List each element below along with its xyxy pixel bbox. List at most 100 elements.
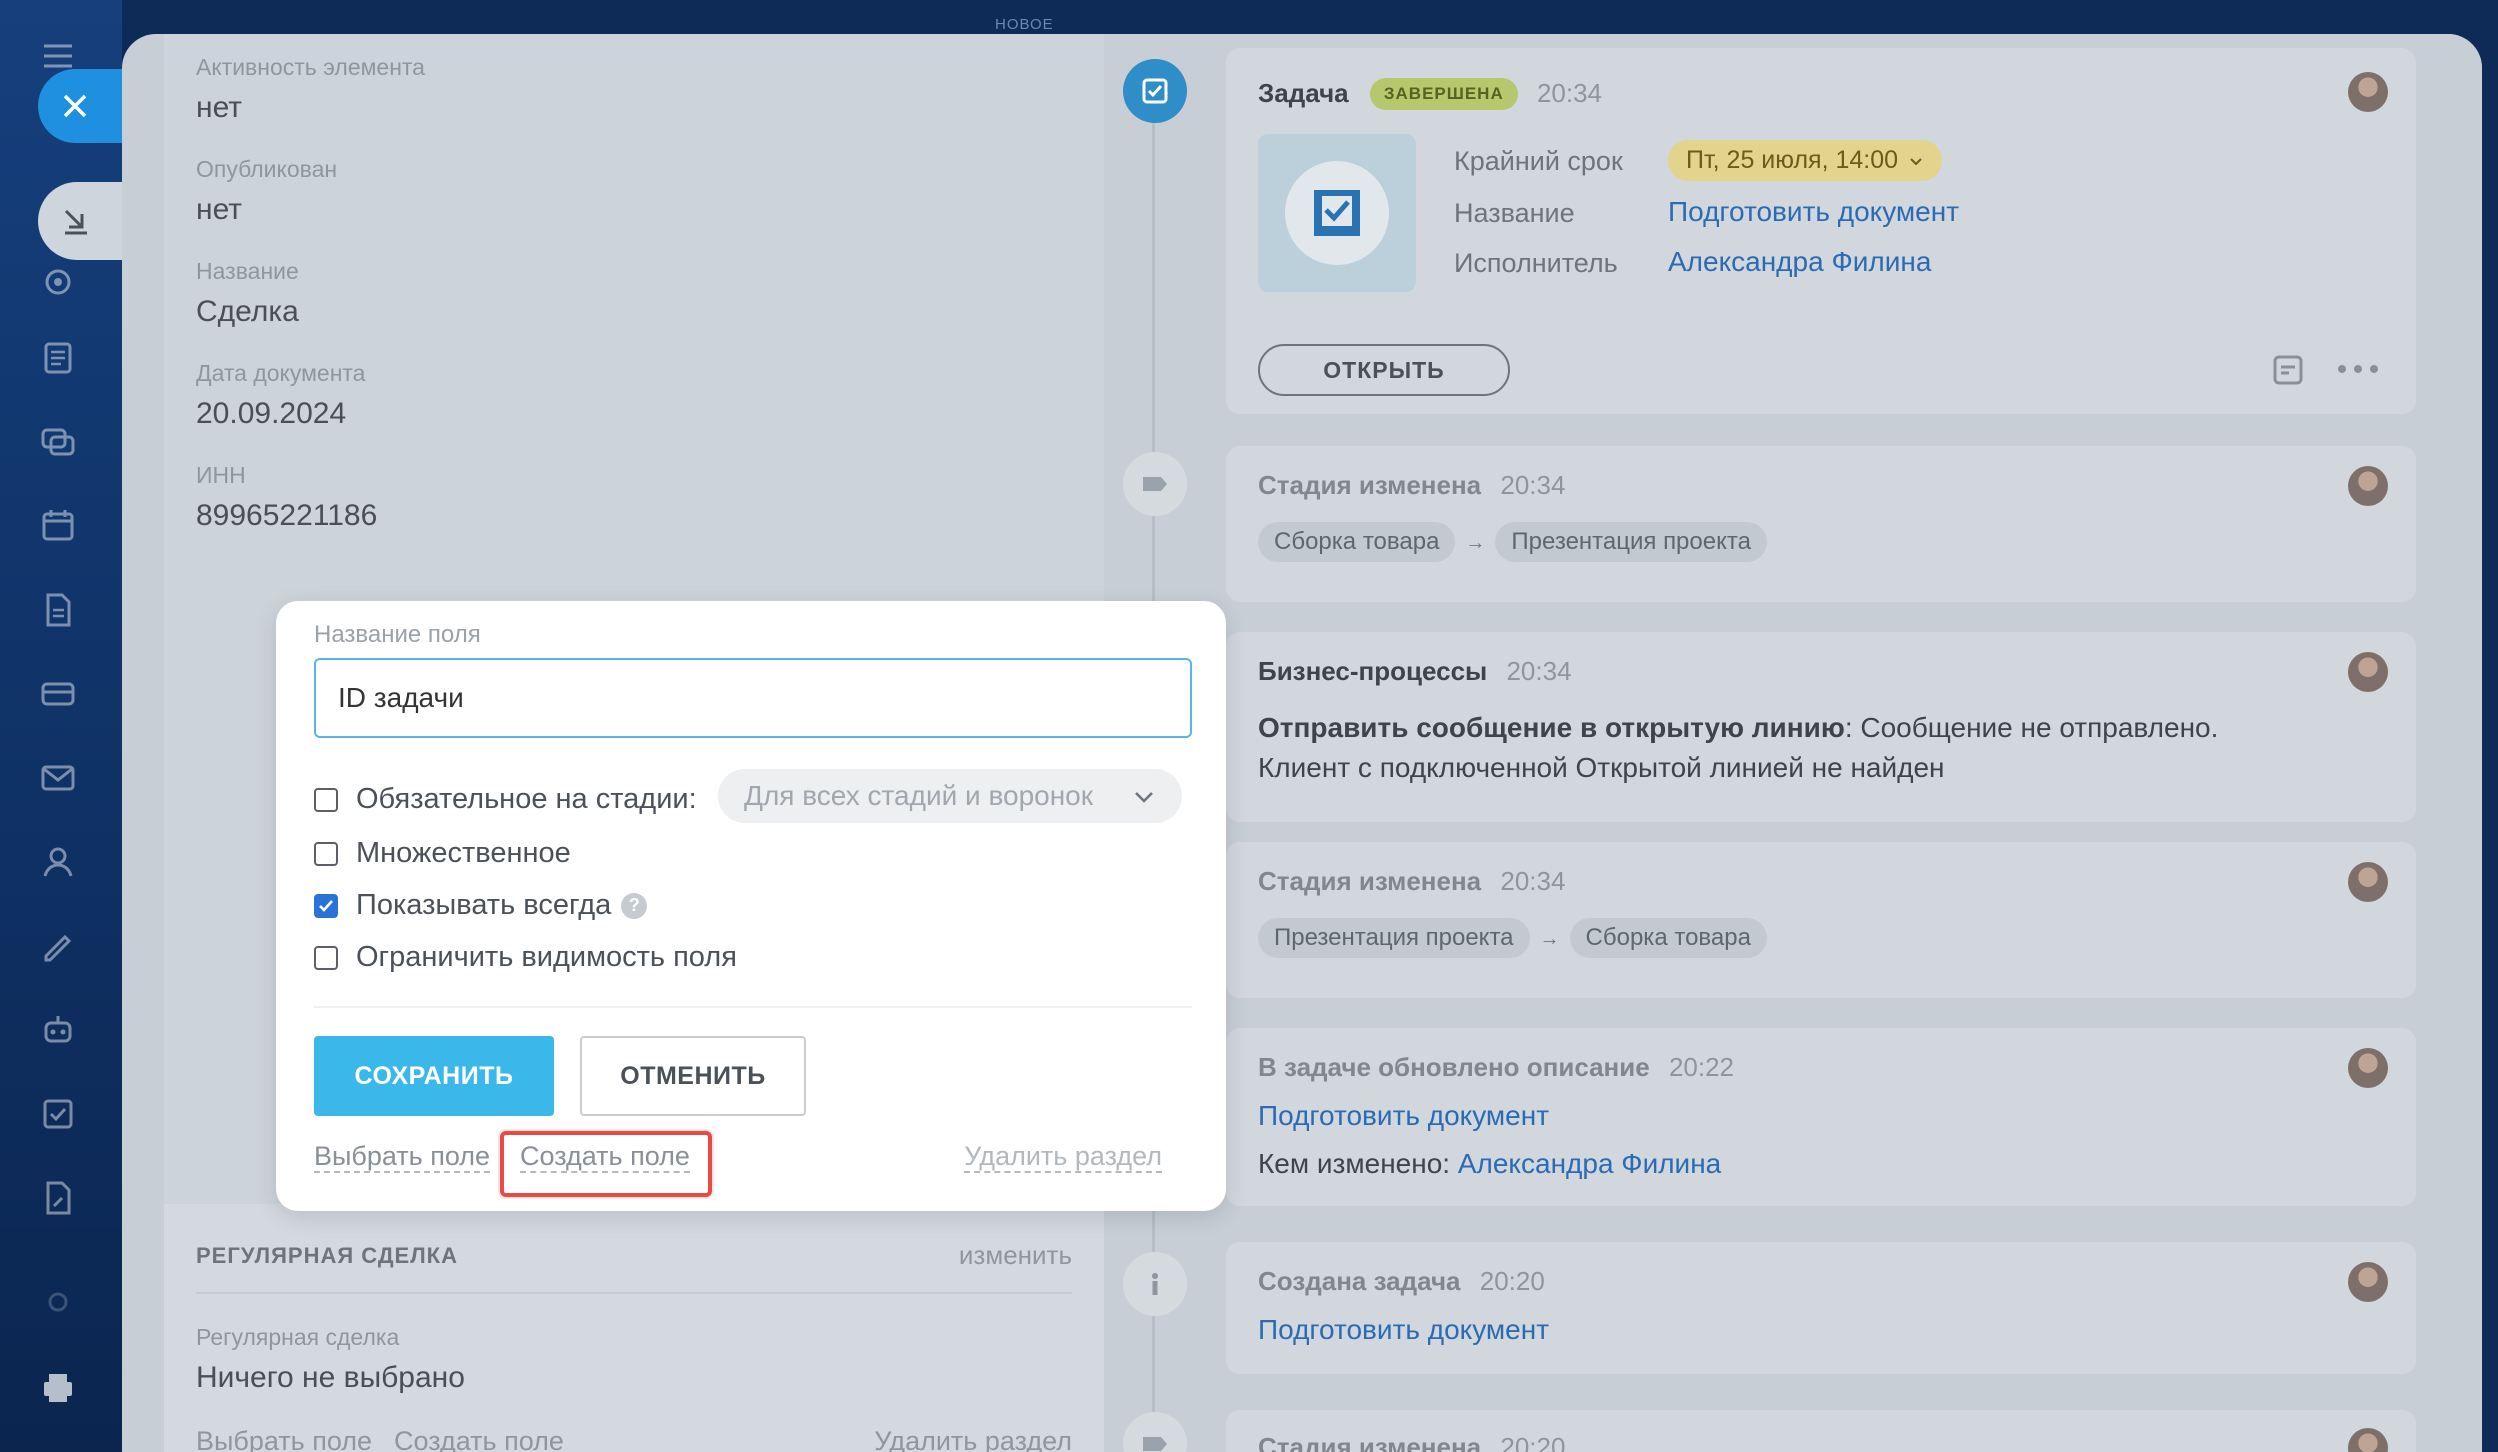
stage-change-card: Стадия изменена 20:34 Презентация проект…	[1226, 842, 2416, 998]
changed-by-link[interactable]: Александра Филина	[1458, 1148, 1721, 1179]
field-name-input[interactable]	[314, 658, 1192, 738]
cancel-button[interactable]: ОТМЕНИТЬ	[580, 1036, 806, 1116]
field-document-date[interactable]: Дата документа 20.09.2024	[196, 360, 365, 431]
app-sidebar	[0, 0, 122, 1452]
settings-icon[interactable]	[38, 1282, 78, 1322]
task-created-card: Создана задача 20:20 Подготовить докумен…	[1226, 1242, 2416, 1374]
assignee-label: Исполнитель	[1454, 248, 1618, 278]
note-icon[interactable]	[2270, 352, 2306, 388]
avatar[interactable]	[2348, 652, 2388, 692]
chevron-down-icon	[1910, 157, 1922, 165]
more-icon[interactable]	[2336, 360, 2380, 378]
delete-section-link[interactable]: Удалить раздел	[874, 1426, 1072, 1452]
avatar[interactable]	[2348, 862, 2388, 902]
info-icon	[1123, 1252, 1187, 1316]
field-name-label: Название поля	[314, 621, 481, 648]
close-slider-button[interactable]	[38, 69, 122, 143]
deal-slider: Активность элемента нет Опубликован нет …	[122, 34, 2482, 1452]
close-icon	[63, 94, 87, 118]
stage-select[interactable]: Для всех стадий и воронок	[718, 769, 1182, 823]
field-activity[interactable]: Активность элемента нет	[196, 54, 425, 125]
stage-to: Сборка товара	[1569, 918, 1767, 958]
task-thumbnail	[1258, 134, 1416, 292]
tasks-icon[interactable]	[38, 1094, 78, 1134]
task-card: Задача ЗАВЕРШЕНА 20:34 Крайний срок Пт, …	[1226, 48, 2416, 414]
task-time: 20:34	[1536, 78, 1603, 108]
avatar[interactable]	[2348, 72, 2388, 112]
field-name[interactable]: Название Сделка	[196, 258, 299, 329]
checkbox-task-icon	[1314, 190, 1360, 236]
task-title: Задача	[1258, 78, 1349, 108]
field-published[interactable]: Опубликован нет	[196, 156, 337, 227]
desc-title: В задаче обновлено описание	[1258, 1052, 1650, 1082]
always-show-checkbox[interactable]	[314, 893, 338, 918]
deadline-value[interactable]: Пт, 25 июля, 14:00	[1668, 140, 1943, 181]
calendar-icon[interactable]	[38, 505, 78, 545]
field-editor-popup: Название поля Обязательное на стадии: Дл…	[276, 601, 1226, 1211]
task-icon	[1123, 59, 1187, 123]
select-field-link[interactable]: Выбрать поле	[196, 1426, 372, 1452]
arrow-icon: →	[1539, 928, 1560, 950]
divider	[314, 1006, 1192, 1008]
chevron-down-icon	[1135, 792, 1153, 803]
business-process-card: Бизнес-процессы 20:34 Отправить сообщени…	[1226, 632, 2416, 822]
deadline-label: Крайний срок	[1454, 146, 1623, 176]
bp-title: Бизнес-процессы	[1258, 656, 1488, 686]
avatar[interactable]	[2348, 1262, 2388, 1302]
select-field-link[interactable]: Выбрать поле	[314, 1141, 491, 1173]
avatar[interactable]	[2348, 1048, 2388, 1088]
status-badge: ЗАВЕРШЕНА	[1369, 78, 1518, 110]
section-title: РЕГУЛЯРНАЯ СДЕЛКА	[196, 1243, 458, 1268]
multiple-checkbox[interactable]	[314, 841, 338, 866]
print-icon[interactable]	[38, 1368, 78, 1408]
field-regular-deal[interactable]: Регулярная сделка Ничего не выбрано	[196, 1324, 465, 1395]
regular-deal-section: РЕГУЛЯРНАЯ СДЕЛКА изменить Регулярная сд…	[164, 1204, 1104, 1452]
delete-section-link[interactable]: Удалить раздел	[964, 1141, 1162, 1173]
sign-icon[interactable]	[38, 926, 78, 966]
save-button[interactable]: СОХРАНИТЬ	[314, 1036, 554, 1116]
help-icon[interactable]: ?	[621, 892, 648, 919]
minimize-slider-button[interactable]	[38, 182, 122, 260]
documents-icon[interactable]	[38, 590, 78, 630]
task-name-link[interactable]: Подготовить документ	[1668, 196, 1959, 228]
open-task-button[interactable]: ОТКРЫТЬ	[1258, 344, 1510, 396]
avatar[interactable]	[2348, 1428, 2388, 1452]
collapse-icon	[64, 209, 87, 235]
section-edit-link[interactable]: изменить	[959, 1240, 1072, 1271]
chat-icon[interactable]	[38, 422, 78, 462]
timeline: Задача ЗАВЕРШЕНА 20:34 Крайний срок Пт, …	[1104, 34, 2482, 1452]
stage-to: Презентация проекта	[1495, 522, 1767, 562]
divider	[196, 1292, 1072, 1294]
required-on-stage-option[interactable]: Обязательное на стадии:	[314, 783, 697, 816]
feed-icon[interactable]	[38, 338, 78, 378]
task-link[interactable]: Подготовить документ	[1258, 1314, 1549, 1346]
always-show-option[interactable]: Показывать всегда ?	[314, 889, 648, 922]
mail-icon[interactable]	[38, 758, 78, 798]
stage-icon	[1123, 452, 1187, 516]
new-tag: НОВОЕ	[995, 16, 1054, 33]
stage-title: Стадия изменена	[1258, 1432, 1482, 1452]
changed-by-label: Кем изменено:	[1258, 1148, 1451, 1179]
sites-icon[interactable]	[38, 262, 78, 302]
crm-icon[interactable]	[38, 674, 78, 714]
create-field-link[interactable]: Создать поле	[394, 1426, 564, 1452]
name-label: Название	[1454, 198, 1575, 228]
task-link[interactable]: Подготовить документ	[1258, 1100, 1549, 1132]
reports-icon[interactable]	[38, 1178, 78, 1218]
stage-change-card: Стадия изменена 20:34 Сборка товара → През…	[1226, 446, 2416, 602]
avatar[interactable]	[2348, 466, 2388, 506]
created-title: Создана задача	[1258, 1266, 1461, 1296]
highlight-frame	[500, 1131, 712, 1197]
restrict-checkbox[interactable]	[314, 945, 338, 970]
multiple-option[interactable]: Множественное	[314, 837, 571, 870]
arrow-icon: →	[1465, 532, 1486, 554]
contacts-icon[interactable]	[38, 842, 78, 882]
automation-icon[interactable]	[38, 1010, 78, 1050]
restrict-visibility-option[interactable]: Ограничить видимость поля	[314, 941, 737, 974]
assignee-link[interactable]: Александра Филина	[1668, 246, 1931, 278]
stage-icon	[1123, 1412, 1187, 1452]
stage-title: Стадия изменена	[1258, 866, 1482, 896]
field-inn[interactable]: ИНН 89965221186	[196, 462, 377, 533]
check-icon	[319, 899, 333, 912]
required-checkbox[interactable]	[314, 787, 338, 812]
